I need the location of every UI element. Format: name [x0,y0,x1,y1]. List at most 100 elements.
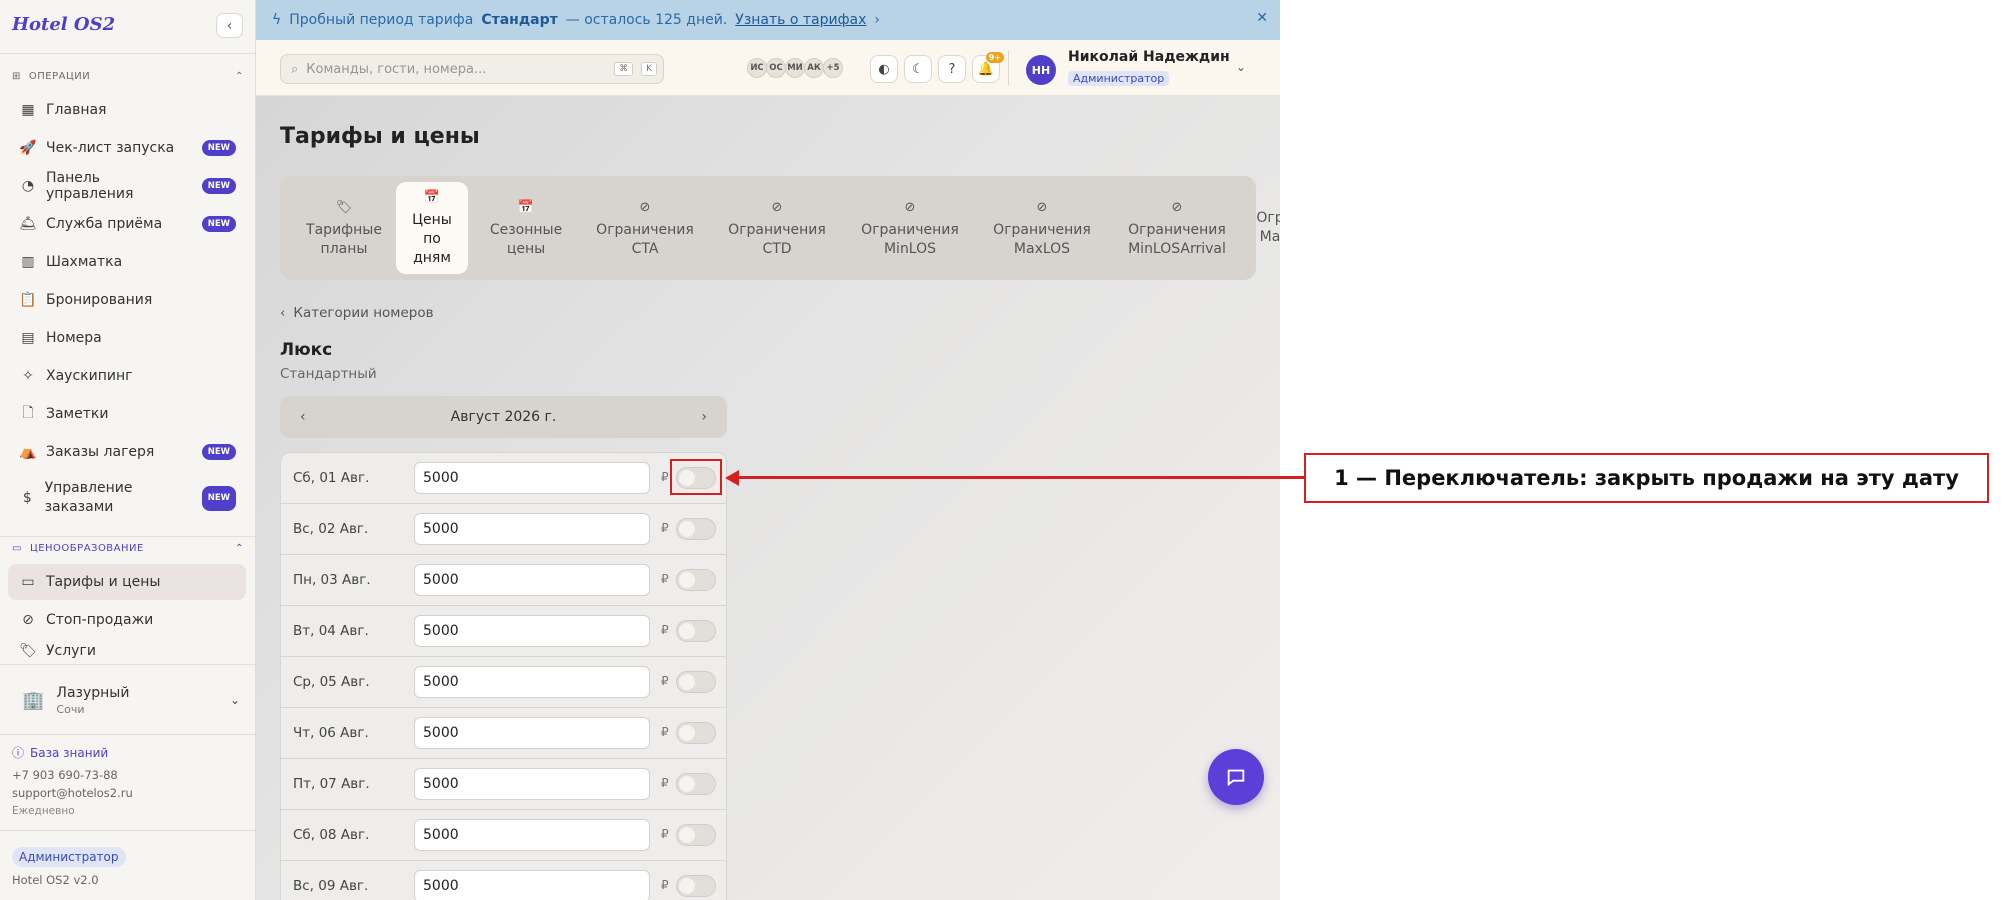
knowledge-base-link[interactable]: ⓘ База знаний [12,744,108,761]
sidebar-item[interactable]: 🚀 Чек-лист запуска NEW [8,130,246,166]
nav-icon: 🗋 [22,405,34,421]
user-name[interactable]: Николай Надеждин [1068,49,1230,65]
tab-icon: 🏷 [335,199,353,215]
sidebar-item-label: Тарифы и цены [46,574,161,590]
avatar: МИ [785,58,805,78]
role-badge: Администратор [12,847,126,867]
chevron-right-icon[interactable]: › [701,409,707,425]
sidebar-item[interactable]: ▥ Шахматка [8,244,246,280]
notification-count: 9+ [985,52,1004,63]
pricing-info-link[interactable]: Узнать о тарифах [735,12,866,28]
close-sales-toggle[interactable] [676,773,716,795]
tab-label: Ограничения MinLOSArrival [1128,221,1226,257]
price-input[interactable]: 5000 [414,819,650,851]
sidebar-item[interactable]: $ Управление заказами NEW [8,474,246,522]
hotel-switcher[interactable]: 🏢 Лазурный Сочи ⌄ [8,676,246,724]
chevron-down-icon: ⌄ [229,693,240,707]
nav-icon: 🏷 [19,643,37,659]
nav-icon: 🛎 [19,216,37,232]
online-users[interactable]: ИС ОС МИ АК +5 [747,58,843,78]
nav-icon: ◔ [21,178,35,194]
avatar: ИС [747,58,767,78]
sidebar-item[interactable]: ◔ Панель управления NEW [8,168,246,204]
tab-item[interactable]: 🏷 Тарифные планы [292,182,396,274]
knowledge-base-label: База знаний [30,745,109,760]
sidebar-item[interactable]: 🏷 Услуги [8,638,246,664]
price-input[interactable]: 5000 [414,870,650,900]
section-pricing-header[interactable]: ▭ Ценообразование ⌃ [12,540,244,556]
search-input[interactable]: ⌕ Команды, гости, номера... ⌘ K [280,54,664,84]
chat-button[interactable] [1208,749,1264,805]
sidebar-item-label: Услуги [46,643,96,659]
price-input[interactable]: 5000 [414,513,650,545]
support-email: support@hotelos2.ru [12,786,133,800]
sidebar-item[interactable]: ⛺ Заказы лагеря NEW [8,434,246,470]
close-sales-toggle[interactable] [676,518,716,540]
annotation-highlight-box [670,459,722,495]
sidebar-item[interactable]: 🗋 Заметки [8,396,246,432]
toggle-knob [679,623,695,639]
back-to-room-categories-link[interactable]: ‹ Категории номеров [280,305,434,321]
moon-icon[interactable]: ☾ [904,55,932,83]
main-content: Тарифы и цены 🏷 Тарифные планы 📅 Цены по дн… [256,96,1280,900]
search-placeholder: Команды, гости, номера... [306,61,487,77]
close-sales-toggle[interactable] [676,620,716,642]
sidebar-item[interactable]: ▭ Тарифы и цены [8,564,246,600]
close-sales-toggle[interactable] [676,569,716,591]
tab-item[interactable]: ⊘ Ограничения MinLOS [845,182,975,274]
app-window: Hotel OS2 ‹ ⊞ Операции ⌃ ▦ Главная 🚀 Чек-ли… [0,0,1280,900]
sidebar-item[interactable]: ✧ Хаускипинг [8,358,246,394]
tab-item[interactable]: 📅 Цены по дням [396,182,468,274]
chevron-down-icon[interactable]: ⌄ [1236,60,1246,74]
palette-icon[interactable]: ◐ [870,55,898,83]
close-sales-toggle[interactable] [676,671,716,693]
tab-icon: ⊘ [1036,199,1048,215]
price-input[interactable]: 5000 [414,462,650,494]
toggle-knob [679,572,695,588]
tab-icon: ⊘ [904,199,916,215]
price-input[interactable]: 5000 [414,615,650,647]
close-sales-toggle[interactable] [676,875,716,897]
price-input[interactable]: 5000 [414,564,650,596]
row-date: Сб, 01 Авг. [293,470,370,486]
price-row: Сб, 01 Авг. 5000 ₽ [281,453,726,504]
price-row: Пн, 03 Авг. 5000 ₽ [281,555,726,606]
search-icon: ⌕ [291,61,299,77]
tab-item[interactable]: ⊘ Ограничения MaxLOS [977,182,1107,274]
collapse-sidebar-button[interactable]: ‹ [216,13,243,38]
tab-label: Ограничения CTA [596,221,694,257]
nav-icon: ▥ [21,254,35,270]
new-badge: NEW [201,178,236,194]
shortcut-key: ⌘ [614,62,634,76]
tab-icon: ⊘ [1171,199,1183,215]
tab-item[interactable]: 📅 Сезонные цены [476,182,576,274]
avatar[interactable]: НН [1026,55,1056,85]
room-category-title: Люкс [280,340,333,360]
row-date: Пт, 07 Авг. [293,776,370,792]
close-icon[interactable]: ✕ [1256,10,1268,26]
tab-item[interactable]: Огр Ma [1250,182,1280,274]
price-input[interactable]: 5000 [414,666,650,698]
chevron-left-icon[interactable]: ‹ [300,409,306,425]
sidebar-item[interactable]: 📋 Бронирования [8,282,246,318]
sidebar-item[interactable]: ▤ Номера [8,320,246,356]
price-input[interactable]: 5000 [414,717,650,749]
bell-icon[interactable]: 🔔 9+ [972,52,1004,83]
help-icon[interactable]: ? [938,55,966,83]
app-logo[interactable]: Hotel OS2 [12,14,115,35]
price-input[interactable]: 5000 [414,768,650,800]
section-operations-header[interactable]: ⊞ Операции ⌃ [12,68,244,84]
lightning-icon: ϟ [272,12,282,28]
tab-item[interactable]: ⊘ Ограничения CTD [712,182,842,274]
row-date: Вс, 02 Авг. [293,521,369,537]
sidebar-item[interactable]: 🛎 Служба приёма NEW [8,206,246,242]
close-sales-toggle[interactable] [676,722,716,744]
currency-symbol: ₽ [661,827,669,841]
sidebar-item[interactable]: ⊘ Стоп-продажи [8,602,246,638]
close-sales-toggle[interactable] [676,824,716,846]
sidebar-item[interactable]: ▦ Главная [8,92,246,128]
tab-item[interactable]: ⊘ Ограничения MinLOSArrival [1109,182,1245,274]
tab-item[interactable]: ⊘ Ограничения CTA [580,182,710,274]
banner-prefix: Пробный период тарифа [289,12,474,28]
tab-icon: ⊘ [771,199,783,215]
